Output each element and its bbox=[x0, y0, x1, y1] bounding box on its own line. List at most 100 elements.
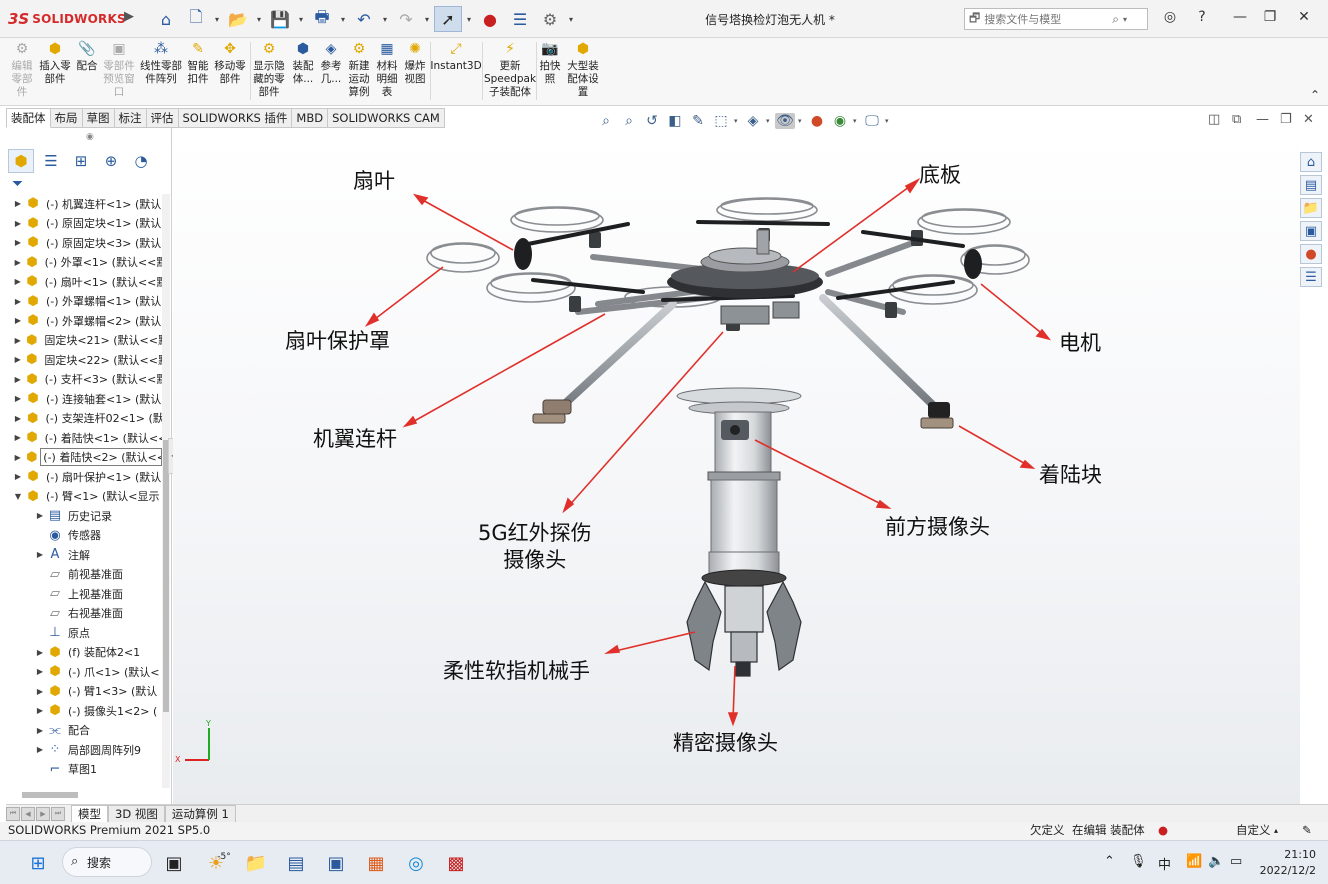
insert-component-button[interactable]: ⬢ 插入零 部件 bbox=[38, 40, 72, 86]
tree-item[interactable]: ▶ ▤ 历史记录 bbox=[6, 506, 162, 526]
chevron-right-icon[interactable]: ▶ bbox=[12, 433, 23, 442]
tree-item[interactable]: ⌐ 草图1 bbox=[6, 760, 162, 780]
zoom-to-area-icon[interactable]: ⌕ bbox=[619, 113, 639, 129]
chevron-down-icon[interactable]: ▾ bbox=[734, 117, 740, 125]
chevron-right-icon[interactable]: ▶ bbox=[34, 687, 46, 696]
wifi-icon[interactable]: 📶 bbox=[1186, 854, 1202, 869]
chevron-right-icon[interactable]: ▶ bbox=[34, 726, 46, 735]
tree-item[interactable]: ▶ ⬢ 固定块<22> (默认<<默 bbox=[6, 350, 162, 370]
chevron-right-icon[interactable]: ▶ bbox=[12, 375, 23, 384]
tree-item[interactable]: ▶ ⬢ (-) 外罩<1> (默认<<默 bbox=[6, 253, 162, 273]
chevron-right-icon[interactable]: ▶ bbox=[12, 238, 24, 247]
options-gear-icon[interactable]: ⚙ bbox=[536, 6, 564, 32]
prev-tab-icon[interactable]: ◀ bbox=[21, 806, 35, 821]
view-orientation-icon[interactable]: ⬚ bbox=[711, 113, 731, 129]
custom-properties-icon[interactable]: ☰ bbox=[1300, 267, 1322, 287]
chevron-right-icon[interactable]: ▶ bbox=[12, 336, 23, 345]
chevron-right-icon[interactable]: ▶ bbox=[12, 199, 24, 208]
scrollbar-thumb[interactable] bbox=[163, 440, 169, 712]
last-tab-icon[interactable]: ⏭ bbox=[51, 806, 65, 821]
chevron-right-icon[interactable]: ▶ bbox=[12, 297, 24, 306]
chevron-right-icon[interactable]: ▶ bbox=[34, 648, 46, 657]
design-library-icon[interactable]: ▤ bbox=[1300, 175, 1322, 195]
chevron-right-icon[interactable]: ▶ bbox=[12, 414, 24, 423]
tree-item[interactable]: ▱ 右视基准面 bbox=[6, 604, 162, 624]
chevron-down-icon[interactable]: ▾ bbox=[798, 117, 804, 125]
store-icon[interactable]: ▤ bbox=[282, 849, 310, 877]
reference-geometry-button[interactable]: ◈ 参考 几... bbox=[318, 40, 344, 86]
tab-layout[interactable]: 布局 bbox=[50, 108, 83, 128]
tree-item[interactable]: ◉ 传感器 bbox=[6, 526, 162, 546]
property-manager-tab-icon[interactable]: ☰ bbox=[38, 149, 64, 173]
apply-scene-icon[interactable]: ◉ bbox=[830, 113, 850, 129]
restore-icon[interactable]: ❐ bbox=[1258, 9, 1282, 25]
edit-appearance-icon[interactable]: ● bbox=[807, 113, 827, 129]
edge-browser-icon[interactable]: ◎ bbox=[402, 849, 430, 877]
tree-filter-icon[interactable]: ⏷ bbox=[12, 176, 23, 192]
chevron-right-icon[interactable]: ▶ bbox=[12, 277, 23, 286]
display-manager-tab-icon[interactable]: ◔ bbox=[128, 149, 154, 173]
tree-item[interactable]: ▶ ⬢ (-) 扇叶<1> (默认<<默 bbox=[6, 272, 162, 292]
save-icon[interactable]: 💾 bbox=[266, 6, 294, 32]
viewport-link-icon[interactable]: ⧉ bbox=[1232, 112, 1241, 127]
collapse-ribbon-icon[interactable]: ⌃ bbox=[1310, 88, 1320, 102]
chevron-up-icon[interactable]: ▴ bbox=[1274, 822, 1278, 839]
chevron-down-icon[interactable]: ▾ bbox=[464, 6, 474, 32]
configuration-manager-tab-icon[interactable]: ⊞ bbox=[68, 149, 94, 173]
chevron-right-icon[interactable]: ▶ bbox=[34, 550, 46, 559]
tree-item[interactable]: ▶ ⬢ (-) 支架连杆02<1> (默 bbox=[6, 409, 162, 429]
move-component-button[interactable]: ✥ 移动零 部件 bbox=[212, 40, 248, 86]
zoom-to-fit-icon[interactable]: ⌕ bbox=[596, 113, 616, 129]
chevron-down-icon[interactable]: ▾ bbox=[254, 6, 264, 32]
rebuild-traffic-light-icon[interactable]: ● bbox=[476, 6, 504, 32]
minimize-icon[interactable]: — bbox=[1228, 9, 1252, 25]
edit-component-button[interactable]: ⚙ 编辑 零部 件 bbox=[8, 40, 36, 99]
file-properties-icon[interactable]: ☰ bbox=[506, 6, 534, 32]
mate-button[interactable]: 📎 配合 bbox=[72, 40, 102, 73]
microphone-icon[interactable]: 🎙 bbox=[1130, 854, 1147, 869]
tree-item[interactable]: ▶ ⬢ (-) 外罩螺帽<1> (默认 bbox=[6, 292, 162, 312]
file-explorer-icon[interactable]: 📁 bbox=[242, 849, 270, 877]
tree-item[interactable]: ▶ ⬢ (-) 连接轴套<1> (默认 bbox=[6, 389, 162, 409]
chevron-down-icon[interactable]: ▾ bbox=[380, 6, 390, 32]
chevron-right-icon[interactable]: ▶ bbox=[12, 219, 24, 228]
tab-addins[interactable]: SOLIDWORKS 插件 bbox=[178, 108, 293, 128]
tab-3d-views[interactable]: 3D 视图 bbox=[108, 805, 165, 822]
feature-manager-tab-icon[interactable]: ⬢ bbox=[8, 149, 34, 173]
tree-item[interactable]: ⊥ 原点 bbox=[6, 623, 162, 643]
select-pointer-icon[interactable]: ➚ bbox=[434, 6, 462, 32]
chevron-down-icon[interactable]: ▼ bbox=[12, 492, 24, 501]
tree-horizontal-scrollbar[interactable] bbox=[22, 792, 78, 798]
large-assembly-settings-button[interactable]: ⬢ 大型装 配体设 置 bbox=[564, 40, 602, 99]
exploded-view-button[interactable]: ✺ 爆炸 视图 bbox=[402, 40, 428, 86]
tree-item[interactable]: ▱ 上视基准面 bbox=[6, 584, 162, 604]
tree-item[interactable]: ▶ ⫘ 配合 bbox=[6, 721, 162, 741]
search-scope-icon[interactable]: 🗗 bbox=[969, 9, 980, 30]
office-app-icon[interactable]: ▦ bbox=[362, 849, 390, 877]
chevron-down-icon[interactable]: ▾ bbox=[212, 6, 222, 32]
tree-scrollbar[interactable] bbox=[162, 194, 170, 788]
instant3d-button[interactable]: ⤢ Instant3D bbox=[430, 40, 481, 73]
tree-item[interactable]: ▱ 前视基准面 bbox=[6, 565, 162, 585]
show-hidden-components-button[interactable]: ⚙ 显示隐 藏的零 部件 bbox=[252, 40, 286, 99]
file-explorer-icon[interactable]: 📁 bbox=[1300, 198, 1322, 218]
chevron-down-icon[interactable]: ▾ bbox=[296, 6, 306, 32]
battery-icon[interactable]: ▭ bbox=[1230, 854, 1242, 869]
tab-mbd[interactable]: MBD bbox=[292, 108, 329, 128]
tree-item[interactable]: ▶ ⬢ (-) 扇叶保护<1> (默认 bbox=[6, 467, 162, 487]
menu-expand-icon[interactable]: ▶ bbox=[124, 9, 134, 24]
help-icon[interactable]: ? bbox=[1190, 9, 1214, 25]
chevron-right-icon[interactable]: ▶ bbox=[34, 745, 46, 754]
panel-grip-icon[interactable]: ◉ bbox=[86, 132, 94, 142]
tree-item[interactable]: ▶ ⬢ (-) 原固定块<1> (默认 bbox=[6, 214, 162, 234]
tab-markup[interactable]: 标注 bbox=[114, 108, 147, 128]
rebuild-status-icon[interactable]: ● bbox=[1158, 822, 1168, 839]
windows-start-icon[interactable]: ⊞ bbox=[24, 849, 52, 877]
linear-pattern-button[interactable]: ⁂ 线性零部 件阵列 bbox=[138, 40, 184, 86]
tree-item[interactable]: ▶ ⬢ (-) 臂1<3> (默认 bbox=[6, 682, 162, 702]
graphics-viewport[interactable]: X Y 扇叶 底板 扇叶保护罩 电机 机翼连杆 着陆块 5G红外探伤 摄像头 前… bbox=[173, 132, 1300, 804]
viewport-minimize-icon[interactable]: — bbox=[1256, 112, 1269, 127]
tree-item[interactable]: ▶ ⬢ 固定块<21> (默认<<默 bbox=[6, 331, 162, 351]
appearances-icon[interactable]: ● bbox=[1300, 244, 1322, 264]
chevron-down-icon[interactable]: ▾ bbox=[766, 117, 772, 125]
